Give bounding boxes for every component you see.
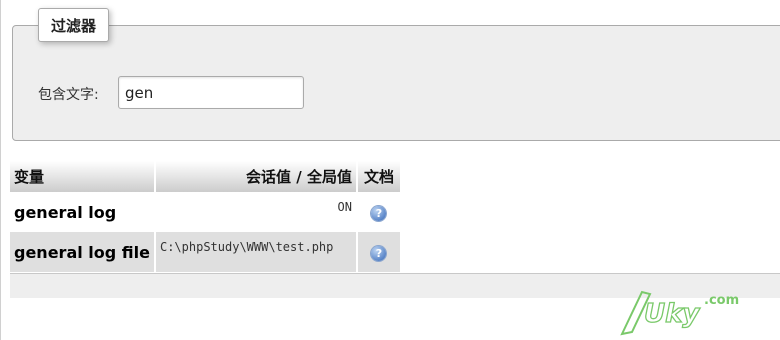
filter-legend[interactable]: 过滤器 — [38, 8, 110, 42]
variable-value[interactable]: C:\phpStudy\WWW\test.php — [155, 232, 356, 272]
filter-label: 包含文字: — [38, 87, 99, 103]
doc-cell: ? — [357, 192, 400, 232]
variables-table: 变量 会话值 / 全局值 文档 general log ON ? general… — [8, 161, 402, 272]
variable-value[interactable]: ON — [155, 192, 356, 232]
watermark-text: Uky — [644, 299, 700, 329]
table-row: general log ON ? — [10, 192, 400, 232]
column-header-docs: 文档 — [357, 161, 400, 192]
filter-input[interactable] — [118, 76, 304, 109]
variable-name: general log — [10, 192, 154, 232]
variable-name: general log file — [10, 232, 154, 272]
watermark-suffix: .com — [704, 293, 739, 308]
help-icon[interactable]: ? — [371, 205, 387, 221]
table-header-row: 变量 会话值 / 全局值 文档 — [10, 161, 400, 192]
table-row: general log file C:\phpStudy\WWW\test.ph… — [10, 232, 400, 272]
column-header-value[interactable]: 会话值 / 全局值 — [155, 161, 356, 192]
left-border — [0, 0, 1, 340]
doc-cell: ? — [357, 232, 400, 272]
column-header-variable[interactable]: 变量 — [10, 161, 154, 192]
help-icon[interactable]: ? — [371, 245, 387, 261]
watermark-logo: Uky .com — [620, 290, 739, 336]
